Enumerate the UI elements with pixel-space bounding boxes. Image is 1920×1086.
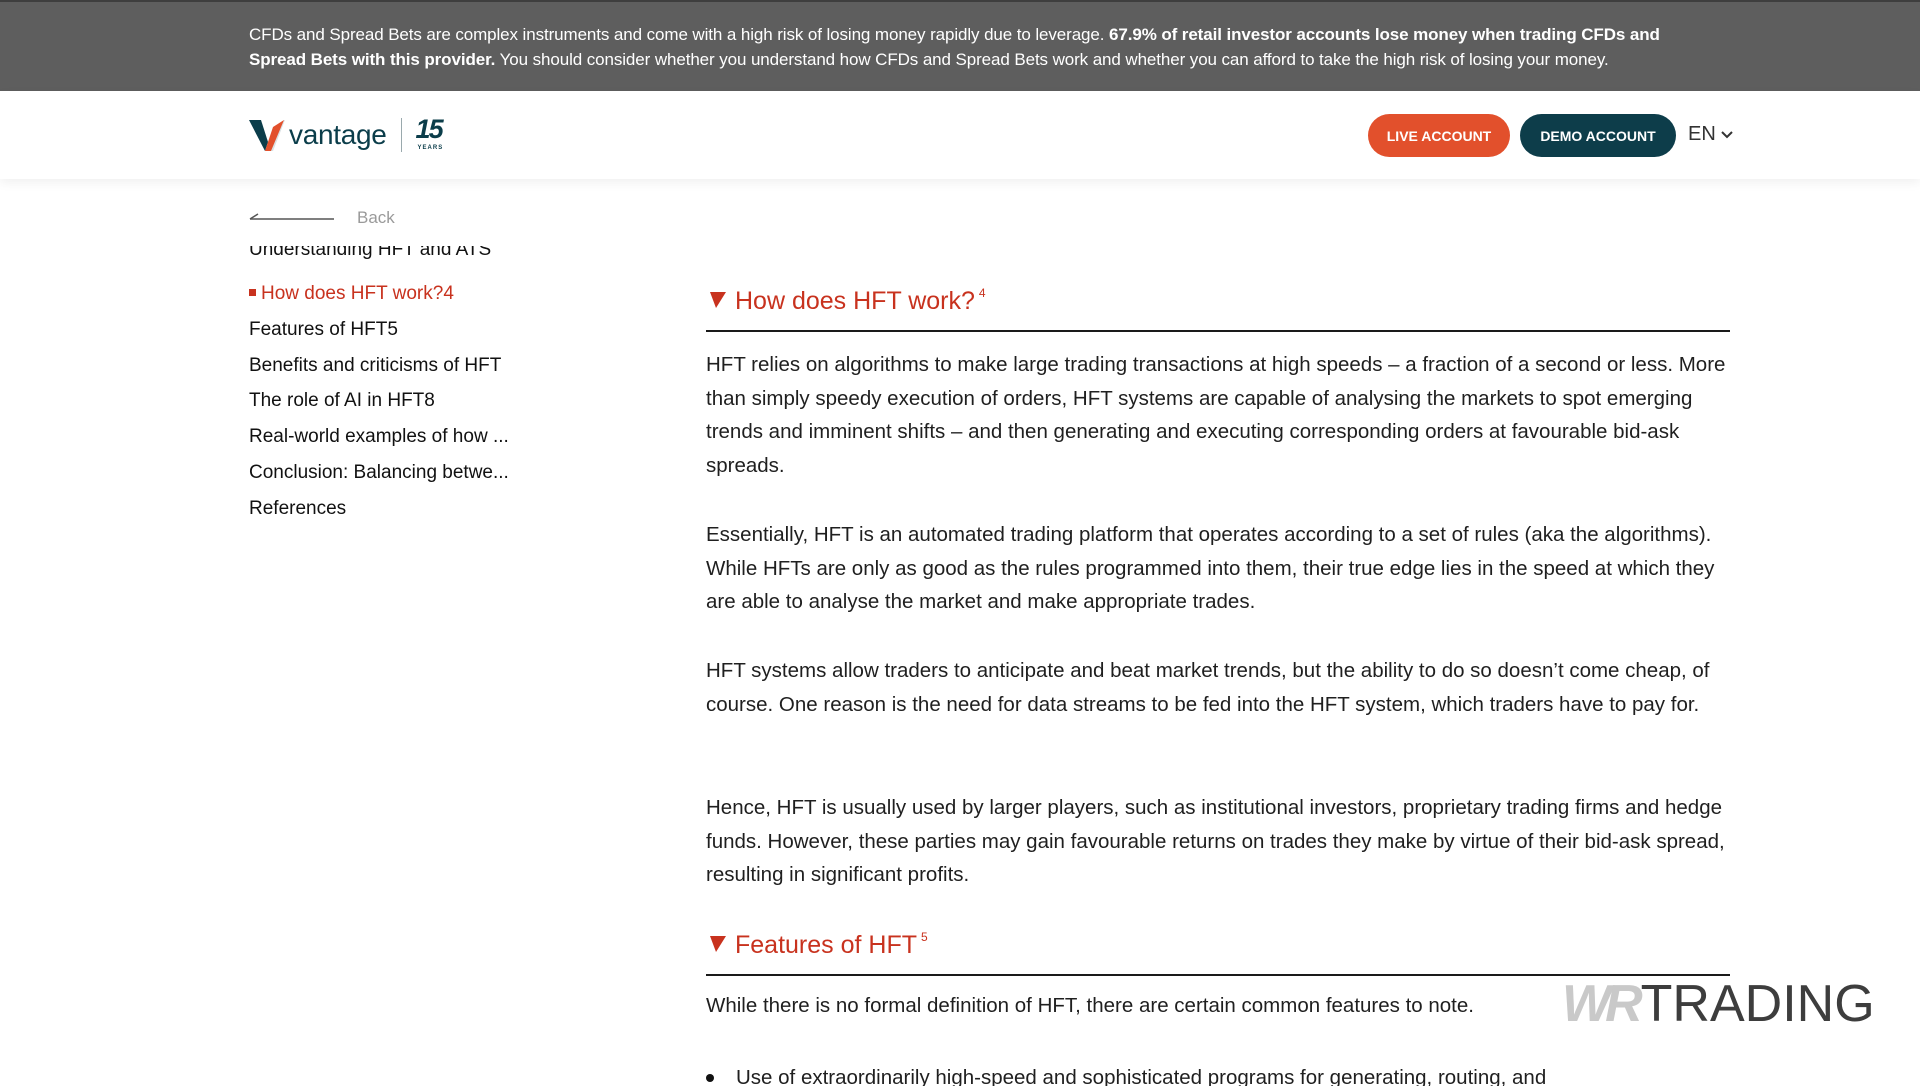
risk-warning-banner: CFDs and Spread Bets are complex instrum… <box>0 0 1920 91</box>
anniversary-label: YEARS <box>417 145 444 151</box>
section-heading-features: Features of HFT 5 <box>706 924 1730 976</box>
risk-text-start: CFDs and Spread Bets are complex instrum… <box>249 25 1110 44</box>
logo-divider <box>400 118 402 152</box>
back-label: Back <box>357 208 395 227</box>
bullet-dot <box>706 1074 714 1082</box>
back-link[interactable]: Back <box>249 208 395 228</box>
table-of-contents: Understanding HFT and ATS How does HFT w… <box>249 246 549 526</box>
toc-item-real-world-examples[interactable]: Real-world examples of how ... <box>249 426 509 448</box>
back-arrow-icon <box>249 213 334 220</box>
wrtrading-watermark: WR TRADING <box>1562 975 1875 1033</box>
risk-text-end: You should consider whether you understa… <box>495 50 1609 69</box>
paragraph: HFT systems allow traders to anticipate … <box>706 659 1710 716</box>
paragraph: HFT relies on algorithms to make large t… <box>706 353 1726 477</box>
section-title-text: Features of HFT <box>735 931 917 959</box>
list-item-text: Use of extraordinarily high-speed and so… <box>736 1066 1547 1086</box>
section-title-text: How does HFT work? <box>735 287 975 315</box>
language-selector[interactable]: EN <box>1688 123 1733 146</box>
live-account-button[interactable]: LIVE ACCOUNT <box>1368 114 1510 157</box>
toc-item-role-of-ai[interactable]: The role of AI in HFT8 <box>249 390 435 412</box>
risk-warning-text: CFDs and Spread Bets are complex instrum… <box>249 22 1709 72</box>
language-label: EN <box>1688 123 1716 145</box>
site-header: vantage 15 YEARS LIVE ACCOUNT DEMO ACCOU… <box>0 91 1920 179</box>
anniversary-number: 15 <box>415 114 444 144</box>
anniversary-badge: 15 YEARS <box>415 114 448 153</box>
footnote-ref[interactable]: 5 <box>921 930 928 944</box>
logo-wordmark: vantage <box>289 119 387 150</box>
watermark-trading: TRADING <box>1640 975 1875 1033</box>
section-heading-how-hft-works: How does HFT work? 4 <box>706 280 1730 332</box>
section-title: How does HFT work? 4 <box>735 286 986 316</box>
vantage-logo[interactable]: vantage 15 YEARS <box>249 114 448 153</box>
toc-item-how-does-hft-work[interactable]: How does HFT work?4 <box>249 283 454 305</box>
demo-account-button[interactable]: DEMO ACCOUNT <box>1520 114 1676 157</box>
toc-item-references[interactable]: References <box>249 498 346 520</box>
vantage-v-icon <box>249 120 285 151</box>
list-item: Use of extraordinarily high-speed and so… <box>706 1066 1730 1086</box>
toc-item-benefits-criticisms[interactable]: Benefits and criticisms of HFT <box>249 355 501 377</box>
paragraph: Hence, HFT is usually used by larger pla… <box>706 796 1725 886</box>
paragraph: Essentially, HFT is an automated trading… <box>706 523 1715 613</box>
watermark-wr: WR <box>1562 975 1643 1033</box>
section-title: Features of HFT 5 <box>735 930 928 960</box>
footnote-ref[interactable]: 4 <box>979 286 986 300</box>
toc-item-understanding-hft[interactable]: Understanding HFT and ATS <box>249 246 491 261</box>
red-triangle-marker-icon <box>710 292 726 308</box>
toc-item-conclusion[interactable]: Conclusion: Balancing betwe... <box>249 462 509 484</box>
chevron-down-icon <box>1721 130 1733 138</box>
toc-item-features-of-hft[interactable]: Features of HFT5 <box>249 319 398 341</box>
red-triangle-marker-icon <box>710 936 726 952</box>
